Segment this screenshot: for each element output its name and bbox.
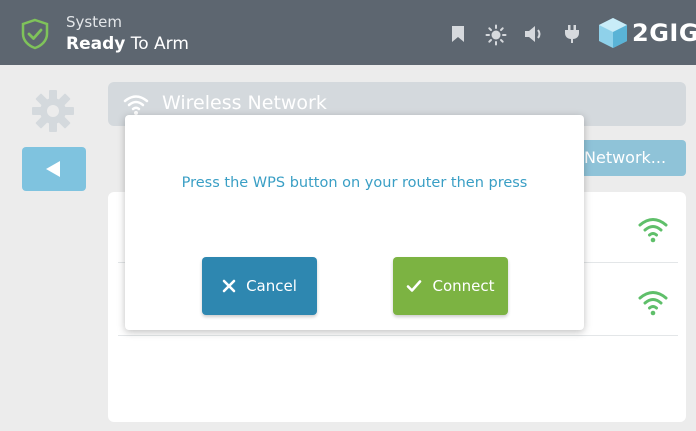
checkmark-icon	[407, 280, 422, 292]
gear-icon[interactable]	[30, 88, 76, 134]
close-icon	[222, 279, 236, 293]
back-arrow-icon	[46, 161, 60, 177]
wifi-signal-icon[interactable]	[636, 215, 670, 243]
back-button[interactable]	[22, 147, 86, 191]
connect-label: Connect	[432, 277, 495, 295]
brand-text: 2GIG	[632, 19, 696, 47]
wps-dialog: Press the WPS button on your router then…	[125, 115, 584, 330]
power-plug-icon[interactable]	[563, 24, 581, 44]
brightness-icon[interactable]	[485, 24, 507, 46]
wifi-signal-icon[interactable]	[636, 288, 670, 316]
connect-button[interactable]: Connect	[393, 257, 508, 315]
dialog-message: Press the WPS button on your router then…	[181, 175, 528, 191]
status-header: System Ready To Arm 2GIG	[0, 0, 696, 65]
cancel-button[interactable]: Cancel	[202, 257, 317, 315]
system-status[interactable]: Ready To Arm	[66, 34, 189, 54]
add-network-button[interactable]: Network...	[570, 140, 686, 176]
brand-logo-icon	[599, 18, 627, 48]
bookmark-icon[interactable]	[451, 25, 465, 43]
system-status-rest: To Arm	[125, 34, 189, 54]
volume-icon[interactable]	[524, 25, 546, 43]
wireless-network-label: Wireless Network	[162, 92, 327, 114]
system-status-bold: Ready	[66, 34, 126, 54]
system-label: System	[66, 13, 122, 31]
wifi-icon	[123, 95, 149, 115]
cancel-label: Cancel	[246, 277, 297, 295]
row-divider	[118, 335, 678, 336]
brand-logo: 2GIG	[598, 15, 696, 51]
shield-check-icon	[21, 18, 49, 50]
